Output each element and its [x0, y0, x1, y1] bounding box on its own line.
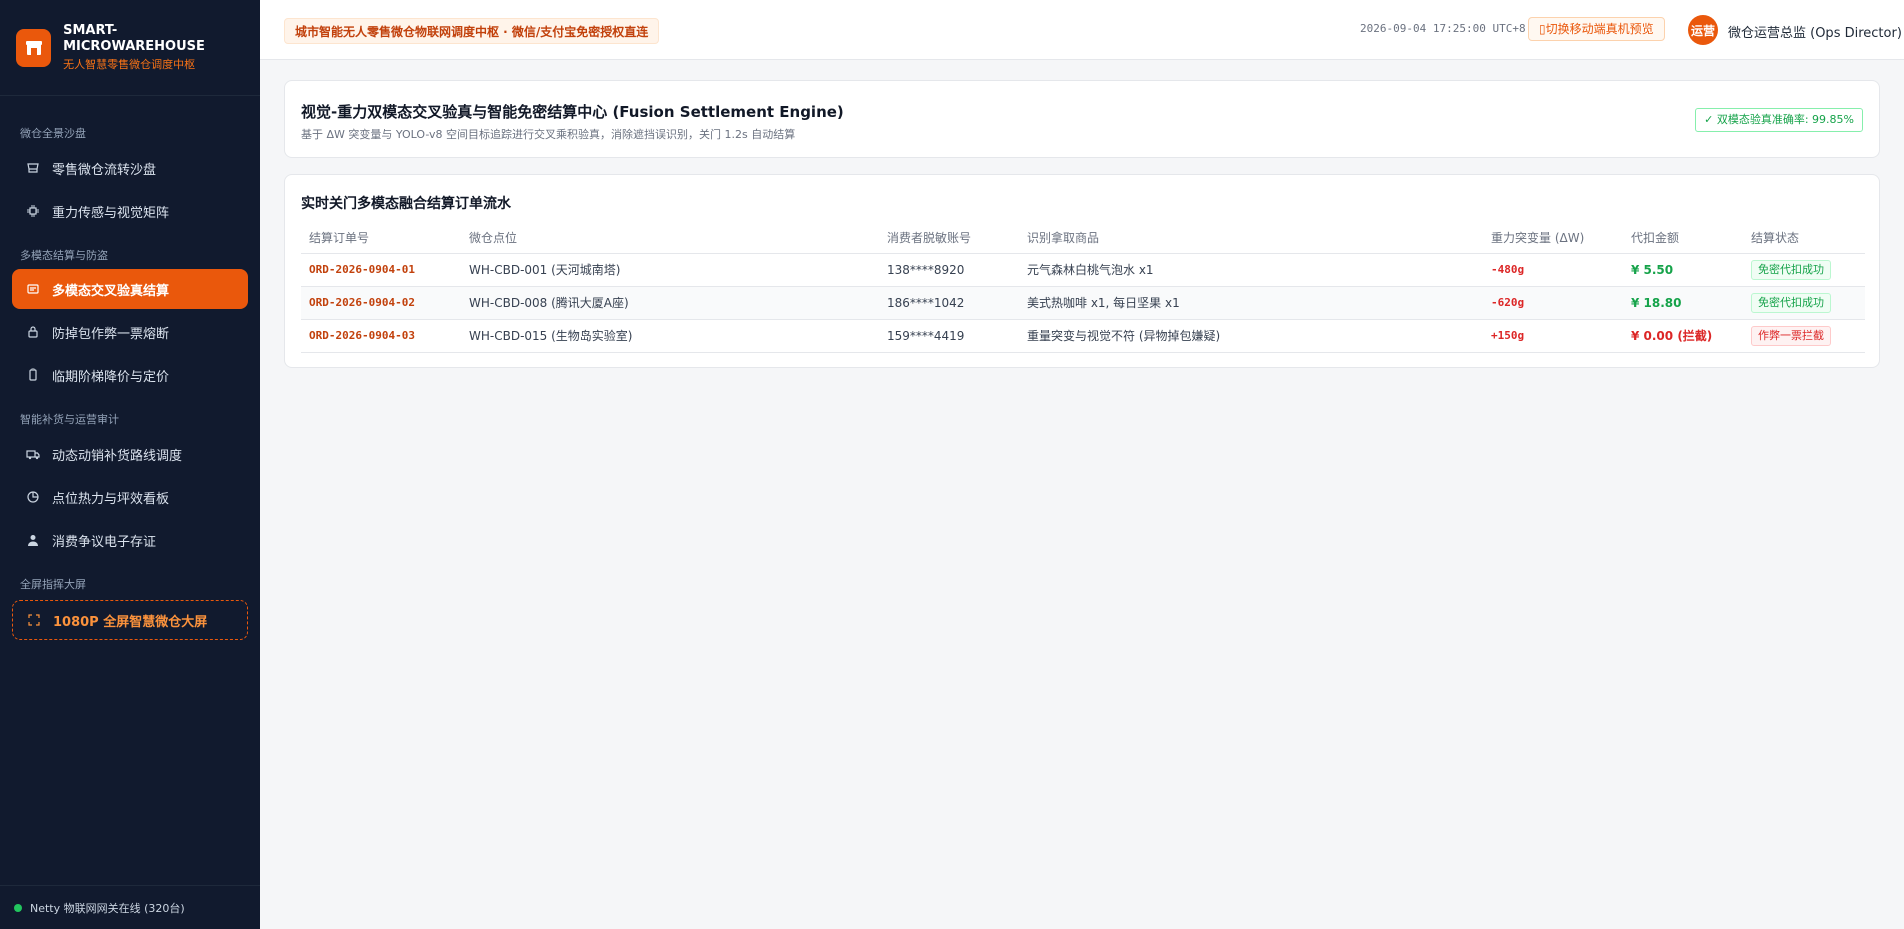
- mobile-preview-button[interactable]: ▯切换移动端真机预览: [1528, 17, 1665, 41]
- user-name[interactable]: 微仓运营总监 (Ops Director): [1728, 22, 1902, 41]
- phone-icon: ▯: [1539, 22, 1546, 36]
- scan-icon: [26, 282, 40, 296]
- status-badge: 作弊一票拦截: [1751, 325, 1831, 346]
- table-row[interactable]: ORD-2026-0904-01 WH-CBD-001 (天河城南塔) 138*…: [301, 253, 1865, 287]
- column-header: 微仓点位: [461, 223, 879, 254]
- status-cell: 免密代扣成功: [1743, 253, 1865, 287]
- brand: SMART-MICROWAREHOUSE 无人智慧零售微仓调度中枢: [0, 0, 260, 96]
- nav-section-settlement: 多模态结算与防盗: [20, 249, 108, 262]
- column-header: 识别拿取商品: [1019, 223, 1483, 254]
- fullscreen-icon: [27, 613, 41, 627]
- lock-icon: [26, 325, 40, 339]
- column-header: 代扣金额: [1623, 223, 1743, 254]
- sidebar: SMART-MICROWAREHOUSE 无人智慧零售微仓调度中枢 微仓全景沙盘…: [0, 0, 260, 929]
- hub-badge: 城市智能无人零售微仓物联网调度中枢 · 微信/支付宝免密授权直连: [284, 18, 660, 44]
- items: 重量突变与视觉不符 (异物掉包嫌疑): [1019, 319, 1483, 353]
- sidebar-item-fullscreen[interactable]: 1080P 全屏智慧微仓大屏: [12, 600, 248, 640]
- weight-delta: -480g: [1483, 253, 1623, 287]
- accuracy-badge: ✓ 双模态验真准确率: 99.85%: [1695, 108, 1863, 132]
- amount: ¥ 18.80: [1623, 286, 1743, 320]
- check-icon: ✓: [1704, 113, 1717, 126]
- amount: ¥ 0.00 (拦截): [1623, 319, 1743, 353]
- sidebar-item-label: 临期阶梯降价与定价: [52, 369, 170, 385]
- table-row[interactable]: ORD-2026-0904-03 WH-CBD-015 (生物岛实验室) 159…: [301, 319, 1865, 353]
- column-header: 结算状态: [1743, 223, 1865, 254]
- table-header-row: 结算订单号 微仓点位 消费者脱敏账号 识别拿取商品 重力突变量 (ΔW) 代扣金…: [301, 223, 1865, 254]
- orders-title: 实时关门多模态融合结算订单流水: [301, 196, 511, 212]
- online-dot-icon: [14, 903, 22, 912]
- engine-subtitle: 基于 ΔW 突变量与 YOLO-v8 空间目标追踪进行交叉乘积验真，消除遮挡误识…: [301, 128, 796, 141]
- items: 元气森林白桃气泡水 x1: [1019, 253, 1483, 287]
- brand-name: SMART-MICROWAREHOUSE: [63, 22, 205, 54]
- sidebar-item-label: 重力传感与视觉矩阵: [52, 205, 170, 221]
- column-header: 结算订单号: [301, 223, 461, 254]
- nav-section-fullscreen: 全屏指挥大屏: [20, 578, 86, 591]
- nav-section-overview: 微仓全景沙盘: [20, 127, 86, 140]
- account: 138****8920: [879, 253, 1019, 287]
- sidebar-item-label: 点位热力与坪效看板: [52, 491, 170, 507]
- weight-delta: -620g: [1483, 286, 1623, 320]
- chip-icon: [26, 204, 40, 218]
- order-id[interactable]: ORD-2026-0904-01: [301, 253, 461, 287]
- mobile-preview-label: 切换移动端真机预览: [1545, 22, 1654, 36]
- store-icon: [26, 161, 40, 175]
- amount: ¥ 5.50: [1623, 253, 1743, 287]
- sidebar-item-fusion-settlement[interactable]: 多模态交叉验真结算: [12, 269, 248, 309]
- orders-table: 结算订单号 微仓点位 消费者脱敏账号 识别拿取商品 重力突变量 (ΔW) 代扣金…: [301, 223, 1865, 353]
- status-badge: 免密代扣成功: [1751, 259, 1831, 280]
- user-icon: [26, 533, 40, 547]
- header-time: 2026-09-04 17:25:00 UTC+8: [1360, 22, 1526, 35]
- location: WH-CBD-001 (天河城南塔): [461, 253, 879, 287]
- sidebar-item-label: 零售微仓流转沙盘: [52, 162, 157, 178]
- store-logo-icon: [16, 28, 52, 67]
- account: 159****4419: [879, 319, 1019, 353]
- weight-delta: +150g: [1483, 319, 1623, 353]
- sidebar-item-dispute-evidence[interactable]: 消费争议电子存证: [12, 520, 248, 560]
- orders-card: 实时关门多模态融合结算订单流水 结算订单号 微仓点位 消费者脱敏账号 识别拿取商…: [284, 174, 1880, 368]
- location: WH-CBD-015 (生物岛实验室): [461, 319, 879, 353]
- order-id[interactable]: ORD-2026-0904-03: [301, 319, 461, 353]
- gateway-status-text: Netty 物联网网关在线 (320台): [30, 901, 185, 915]
- nav-section-replenish: 智能补货与运营审计: [20, 413, 119, 426]
- sidebar-item-route-dispatch[interactable]: 动态动销补货路线调度: [12, 434, 248, 474]
- sidebar-item-anti-fraud[interactable]: 防掉包作弊一票熔断: [12, 312, 248, 352]
- location: WH-CBD-008 (腾讯大厦A座): [461, 286, 879, 320]
- sidebar-item-gravity-vision[interactable]: 重力传感与视觉矩阵: [12, 191, 248, 231]
- avatar[interactable]: 运营: [1688, 15, 1718, 45]
- order-id[interactable]: ORD-2026-0904-02: [301, 286, 461, 320]
- pie-icon: [26, 490, 40, 504]
- engine-card: 视觉-重力双模态交叉验真与智能免密结算中心 (Fusion Settlement…: [284, 80, 1880, 158]
- tag-icon: [26, 368, 40, 382]
- truck-icon: [26, 447, 40, 461]
- column-header: 重力突变量 (ΔW): [1483, 223, 1623, 254]
- sidebar-item-label: 防掉包作弊一票熔断: [52, 326, 170, 342]
- sidebar-item-heatmap[interactable]: 点位热力与坪效看板: [12, 477, 248, 517]
- account: 186****1042: [879, 286, 1019, 320]
- sidebar-item-retail-sandbox[interactable]: 零售微仓流转沙盘: [12, 148, 248, 188]
- sidebar-item-label: 1080P 全屏智慧微仓大屏: [53, 614, 208, 630]
- engine-title: 视觉-重力双模态交叉验真与智能免密结算中心 (Fusion Settlement…: [301, 103, 844, 121]
- items: 美式热咖啡 x1, 每日坚果 x1: [1019, 286, 1483, 320]
- sidebar-item-label: 动态动销补货路线调度: [52, 448, 183, 464]
- top-header: 城市智能无人零售微仓物联网调度中枢 · 微信/支付宝免密授权直连 2026-09…: [260, 0, 1904, 60]
- status-badge: 免密代扣成功: [1751, 292, 1831, 313]
- status-cell: 免密代扣成功: [1743, 286, 1865, 320]
- sidebar-item-pricing[interactable]: 临期阶梯降价与定价: [12, 355, 248, 395]
- brand-subtitle: 无人智慧零售微仓调度中枢: [63, 57, 196, 71]
- status-cell: 作弊一票拦截: [1743, 319, 1865, 353]
- accuracy-text: 双模态验真准确率: 99.85%: [1716, 113, 1854, 126]
- gateway-status: Netty 物联网网关在线 (320台): [0, 885, 260, 929]
- sidebar-item-label: 多模态交叉验真结算: [52, 283, 170, 299]
- column-header: 消费者脱敏账号: [879, 223, 1019, 254]
- table-row[interactable]: ORD-2026-0904-02 WH-CBD-008 (腾讯大厦A座) 186…: [301, 286, 1865, 320]
- sidebar-item-label: 消费争议电子存证: [52, 534, 157, 550]
